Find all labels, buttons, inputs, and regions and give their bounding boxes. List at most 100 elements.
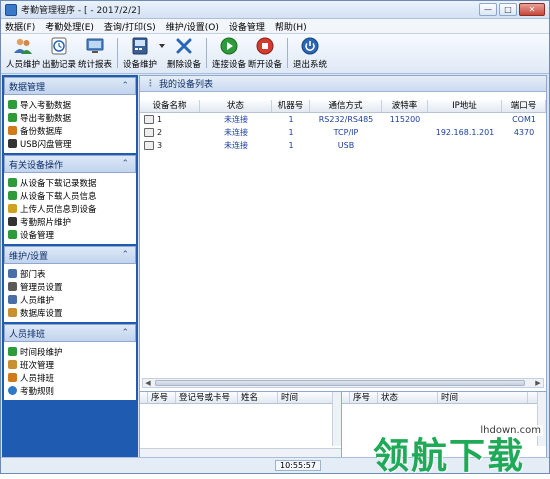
col-machine-no[interactable]: 机器号 [272,100,310,112]
device-table-scrollbar[interactable]: ◀ ▶ [142,378,544,388]
nav-item-shift[interactable]: 班次管理 [8,358,134,371]
clock-icon [8,347,17,356]
col-reg-card[interactable]: 登记号或卡号 [176,392,238,403]
user-icon [8,373,17,382]
col-seq[interactable]: 序号 [148,392,176,403]
menu-maintenance[interactable]: 维护/设置(O) [166,20,219,33]
monitor-icon [86,38,104,53]
scroll-left-icon[interactable]: ◀ [143,379,153,387]
toolbar-separator [287,38,288,68]
device-maintenance-dropdown[interactable] [158,36,166,56]
col-port[interactable]: 端口号 [502,100,546,112]
log-table-header: 序号 状态 时间 [342,392,546,404]
nav-items: 时间段维护 班次管理 人员排班 考勤规则 [4,342,136,400]
col-seq[interactable]: 序号 [350,392,378,403]
chevron-down-icon [159,44,165,48]
bottom-panels: 序号 登记号或卡号 姓名 时间 序号 状态 时间 [140,391,546,458]
nav-item-download-records[interactable]: 从设备下载记录数据 [8,176,134,189]
collapse-icon[interactable]: ⌃ [121,159,129,169]
nav-items: 导入考勤数据 导出考勤数据 备份数据库 USB闪盘管理 [4,95,136,153]
nav-group-data: 数据管理 ⌃ 导入考勤数据 导出考勤数据 备份数据库 USB闪盘管理 [4,77,136,153]
minimize-button[interactable]: — [479,3,497,16]
table-row[interactable]: 2 未连接 1 TCP/IP 192.168.1.201 4370 [140,126,546,139]
nav-item-scheduling[interactable]: 人员排班 [8,371,134,384]
upload-icon [8,204,17,213]
menu-bar: 数据(F) 考勤处理(E) 查询/打印(S) 维护/设置(O) 设备管理 帮助(… [1,19,549,34]
nav-item-rules[interactable]: 考勤规则 [8,384,134,397]
nav-item-export[interactable]: 导出考勤数据 [8,111,134,124]
col-device-name[interactable]: 设备名称 [140,100,200,112]
collapse-icon[interactable]: ⌃ [121,250,129,260]
menu-query-print[interactable]: 查询/打印(S) [104,20,156,33]
department-icon [8,269,17,278]
disconnect-device-button[interactable]: 断开设备 [247,34,283,72]
col-ip-address[interactable]: IP地址 [428,100,502,112]
nav-group-header[interactable]: 数据管理 ⌃ [4,77,136,95]
nav-item-photos[interactable]: 考勤照片维护 [8,215,134,228]
menu-data[interactable]: 数据(F) [5,20,35,33]
col-time[interactable]: 时间 [278,392,333,403]
scroll-right-icon[interactable]: ▶ [533,379,543,387]
nav-item-department[interactable]: 部门表 [8,267,134,280]
attendance-records-button[interactable]: 出勤记录 [41,34,77,72]
nav-item-admin[interactable]: 管理员设置 [8,280,134,293]
menu-help[interactable]: 帮助(H) [275,20,307,33]
nav-item-device-manage[interactable]: 设备管理 [8,228,134,241]
col-status[interactable]: 状态 [200,100,272,112]
statistics-report-button[interactable]: 统计报表 [77,34,113,72]
rules-icon [8,386,17,395]
close-button[interactable]: ✕ [519,3,545,16]
stop-icon [256,37,274,55]
nav-item-upload-staff[interactable]: 上传人员信息到设备 [8,202,134,215]
col-comm-mode[interactable]: 通信方式 [310,100,382,112]
download-icon [8,178,17,187]
admin-icon [8,282,17,291]
nav-item-download-staff[interactable]: 从设备下载人员信息 [8,189,134,202]
nav-group-header[interactable]: 人员排班 ⌃ [4,324,136,342]
status-bar: 10:55:57 [1,457,549,473]
users-icon [14,38,32,54]
title-bar: 考勤管理程序 - [ - 2017/2/2] — □ ✕ [1,1,549,19]
nav-items: 从设备下载记录数据 从设备下载人员信息 上传人员信息到设备 考勤照片维护 设备管… [4,173,136,244]
nav-group-scheduling: 人员排班 ⌃ 时间段维护 班次管理 人员排班 考勤规则 [4,324,136,400]
nav-group-header[interactable]: 维护/设置 ⌃ [4,246,136,264]
col-time[interactable]: 时间 [438,392,528,403]
connect-device-button[interactable]: 连接设备 [211,34,247,72]
nav-group-maintenance: 维护/设置 ⌃ 部门表 管理员设置 人员维护 数据库设置 [4,246,136,322]
exit-system-button[interactable]: 退出系统 [292,34,328,72]
download-icon [8,191,17,200]
device-list-header: ⋮ 我的设备列表 [140,76,546,92]
user-icon [8,295,17,304]
nav-item-staff[interactable]: 人员维护 [8,293,134,306]
record-panel-vscroll[interactable] [332,392,341,446]
nav-group-header[interactable]: 有关设备操作 ⌃ [4,155,136,173]
nav-item-time-period[interactable]: 时间段维护 [8,345,134,358]
device-icon [144,141,154,150]
col-baud-rate[interactable]: 波特率 [382,100,428,112]
log-panel-vscroll[interactable] [537,392,546,446]
collapse-icon[interactable]: ⌃ [121,81,129,91]
status-time: 10:55:57 [275,460,321,471]
scrollbar-thumb[interactable] [155,380,525,386]
nav-item-usb[interactable]: USB闪盘管理 [8,137,134,150]
table-row[interactable]: 3 未连接 1 USB [140,139,546,152]
staff-maintenance-button[interactable]: 人员维护 [5,34,41,72]
table-row[interactable]: 1 未连接 1 RS232/RS485 115200 COM1 [140,113,546,126]
nav-item-backup[interactable]: 备份数据库 [8,124,134,137]
database-icon [8,126,17,135]
device-maintenance-button[interactable]: 设备维护 [122,34,158,72]
nav-items: 部门表 管理员设置 人员维护 数据库设置 [4,264,136,322]
play-icon [220,37,238,55]
nav-item-db-settings[interactable]: 数据库设置 [8,306,134,319]
menu-attendance[interactable]: 考勤处理(E) [45,20,94,33]
database-icon [8,308,17,317]
maximize-button[interactable]: □ [499,3,517,16]
menu-device[interactable]: 设备管理 [229,20,265,33]
device-icon [8,230,17,239]
delete-device-button[interactable]: 删除设备 [166,34,202,72]
main-content: ⋮ 我的设备列表 设备名称 状态 机器号 通信方式 波特率 IP地址 端口号 1… [139,75,547,458]
col-status[interactable]: 状态 [378,392,438,403]
col-name[interactable]: 姓名 [238,392,278,403]
nav-item-import[interactable]: 导入考勤数据 [8,98,134,111]
collapse-icon[interactable]: ⌃ [121,328,129,338]
